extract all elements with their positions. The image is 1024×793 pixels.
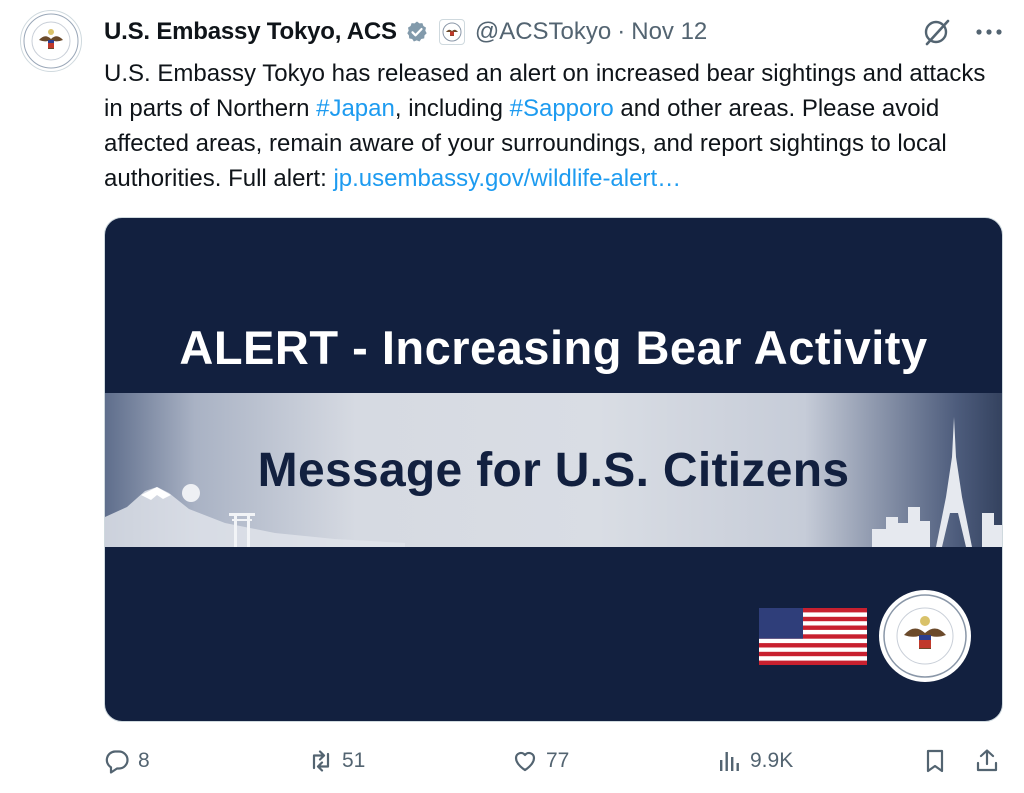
tweet-media-image[interactable]: ALERT - Increasing Bear Activity Message…	[104, 217, 1003, 722]
embassy-seal-icon	[883, 594, 967, 678]
us-flag-icon	[759, 608, 867, 665]
more-options-icon[interactable]	[974, 17, 1004, 47]
reply-count: 8	[138, 749, 150, 772]
share-button[interactable]	[974, 745, 1000, 777]
like-button[interactable]: 77	[512, 745, 569, 777]
media-headline: ALERT - Increasing Bear Activity	[179, 321, 928, 374]
tweet-action-bar: 8 51 77 9.9K	[104, 745, 1009, 777]
embassy-affiliation-icon	[442, 22, 462, 42]
bookmark-icon	[926, 749, 944, 773]
views-button[interactable]: 9.9K	[716, 745, 793, 777]
repost-button[interactable]: 51	[308, 745, 365, 777]
media-banner: Message for U.S. Citizens	[105, 393, 1002, 547]
heart-icon	[514, 751, 536, 772]
repost-icon	[312, 750, 330, 772]
tweet-header: U.S. Embassy Tokyo, ACS @ACSTokyo · Nov …	[104, 14, 1004, 50]
verified-badge-icon[interactable]	[405, 20, 429, 44]
affiliation-badge[interactable]	[438, 19, 465, 45]
author-display-name[interactable]: U.S. Embassy Tokyo, ACS	[104, 18, 397, 46]
view-count: 9.9K	[750, 749, 794, 772]
alert-link[interactable]: jp.usembassy.gov/wildlife-alert…	[333, 165, 681, 192]
tokyo-tower-skyline-illustration	[872, 417, 1002, 547]
author-avatar[interactable]	[20, 10, 82, 72]
like-count: 77	[546, 749, 570, 772]
tweet-date[interactable]: Nov 12	[631, 18, 707, 46]
bookmark-button[interactable]	[922, 745, 948, 777]
reply-icon	[105, 750, 129, 774]
embassy-seal-large	[879, 590, 971, 682]
media-banner-title: Message for U.S. Citizens	[257, 444, 850, 497]
header-actions	[922, 14, 1004, 50]
share-icon	[976, 749, 998, 772]
tweet-text-part: , including	[394, 95, 510, 122]
embassy-seal-icon	[23, 13, 79, 69]
grok-icon[interactable]	[922, 17, 952, 47]
author-handle[interactable]: @ACSTokyo	[475, 18, 611, 46]
views-chart-icon	[720, 752, 739, 771]
reply-button[interactable]: 8	[104, 745, 150, 777]
hashtag-japan[interactable]: #Japan	[316, 95, 395, 122]
tweet-text: U.S. Embassy Tokyo has released an alert…	[104, 56, 1009, 196]
header-separator: ·	[617, 18, 626, 45]
hashtag-sapporo[interactable]: #Sapporo	[510, 95, 614, 122]
repost-count: 51	[342, 749, 366, 772]
